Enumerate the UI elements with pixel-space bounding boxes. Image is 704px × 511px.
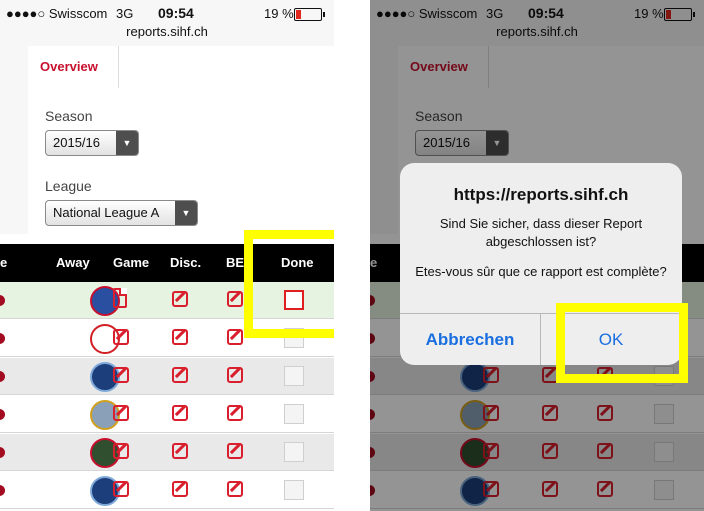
edit-icon[interactable]	[227, 329, 243, 345]
tab-overview[interactable]: Overview	[28, 46, 119, 88]
edit-icon[interactable]	[113, 481, 129, 497]
cancel-button[interactable]: Abbrechen	[400, 314, 540, 365]
league-select[interactable]: National League A ▼	[45, 200, 198, 226]
battery-percent: 19 %	[264, 6, 294, 21]
tab-bar-filler	[119, 46, 334, 88]
edit-icon[interactable]	[172, 329, 188, 345]
table-row[interactable]	[0, 472, 334, 509]
edit-icon[interactable]	[172, 443, 188, 459]
tab-bar: Overview	[0, 46, 334, 88]
document-icon[interactable]	[113, 288, 127, 308]
edit-icon[interactable]	[113, 405, 129, 421]
header-home-partial: e	[0, 255, 8, 270]
season-value: 2015/16	[53, 135, 100, 150]
dialog-message-fr: Etes-vous sûr que ce rapport est complèt…	[415, 264, 667, 279]
done-checkbox[interactable]	[284, 480, 304, 500]
tab-overview-label: Overview	[40, 59, 98, 74]
screenshot-after: ●●●●○ Swisscom 3G 09:54 19 % reports.sih…	[370, 0, 704, 511]
table-row[interactable]	[0, 434, 334, 471]
done-checkbox[interactable]	[284, 366, 304, 386]
edit-icon[interactable]	[227, 481, 243, 497]
battery-icon	[294, 8, 325, 21]
highlight-ok-button	[556, 303, 688, 383]
table-row[interactable]	[0, 396, 334, 433]
edit-icon[interactable]	[172, 481, 188, 497]
carrier-signal: ●●●●○ Swisscom	[6, 6, 108, 21]
edit-icon[interactable]	[227, 443, 243, 459]
season-label: Season	[45, 108, 93, 124]
header-game: Game	[113, 255, 150, 270]
dialog-title: https://reports.sihf.ch	[453, 185, 629, 204]
done-checkbox[interactable]	[284, 404, 304, 424]
dialog-message-de: Sind Sie sicher, dass dieser Report abge…	[439, 216, 643, 249]
status-bar: ●●●●○ Swisscom 3G 09:54 19 % reports.sih…	[0, 0, 334, 47]
chevron-down-icon: ▼	[116, 131, 138, 155]
network-type: 3G	[116, 6, 134, 21]
home-logo-partial	[0, 447, 5, 458]
clock: 09:54	[158, 5, 194, 21]
edit-icon[interactable]	[172, 291, 188, 307]
screenshot-before: ●●●●○ Swisscom 3G 09:54 19 % reports.sih…	[0, 0, 334, 511]
edit-icon[interactable]	[113, 443, 129, 459]
edit-icon[interactable]	[113, 329, 129, 345]
done-checkbox[interactable]	[284, 442, 304, 462]
highlight-done-box	[244, 230, 334, 338]
home-logo-partial	[0, 295, 5, 306]
edit-icon[interactable]	[172, 405, 188, 421]
header-away: Away	[56, 255, 90, 270]
header-disc: Disc.	[170, 255, 202, 270]
url-label[interactable]: reports.sihf.ch	[0, 24, 334, 39]
home-logo-partial	[0, 409, 5, 420]
home-logo-partial	[0, 485, 5, 496]
league-value: National League A	[53, 205, 160, 220]
season-select[interactable]: 2015/16 ▼	[45, 130, 139, 156]
home-logo-partial	[0, 371, 5, 382]
edit-icon[interactable]	[227, 367, 243, 383]
left-gutter	[0, 88, 28, 234]
edit-icon[interactable]	[227, 405, 243, 421]
table-row[interactable]	[0, 358, 334, 395]
header-ber: BE	[226, 255, 245, 270]
edit-icon[interactable]	[172, 367, 188, 383]
league-label: League	[45, 178, 92, 194]
home-logo-partial	[0, 333, 5, 344]
chevron-down-icon: ▼	[175, 201, 197, 225]
edit-icon[interactable]	[113, 367, 129, 383]
edit-icon[interactable]	[227, 291, 243, 307]
